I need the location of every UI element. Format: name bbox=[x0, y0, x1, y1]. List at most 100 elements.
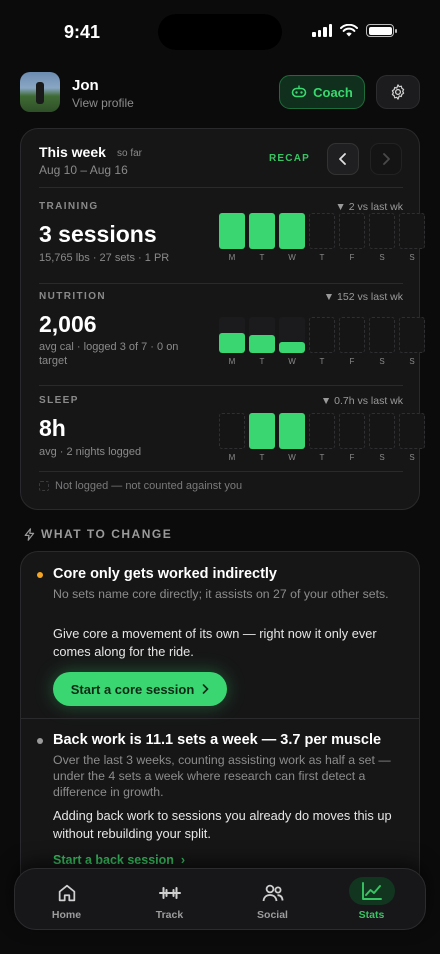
start-core-session-button[interactable]: Start a core session bbox=[53, 672, 227, 706]
change-title: Core only gets worked indirectly bbox=[53, 566, 277, 582]
day-label: F bbox=[349, 453, 355, 462]
cta-label: Start a back session bbox=[53, 853, 174, 867]
dumbbell-icon bbox=[156, 881, 184, 905]
sleep-sub: avg · 2 nights logged bbox=[39, 446, 142, 458]
training-label: TRAINING bbox=[39, 201, 99, 212]
nutrition-section[interactable]: NUTRITION ▼ 152 vs last wk 2,006 avg cal… bbox=[39, 291, 425, 377]
nutrition-sub: avg cal · logged 3 of 7 · 0 on target bbox=[39, 341, 179, 367]
day-label: F bbox=[349, 253, 355, 262]
day-label: T bbox=[319, 253, 325, 262]
day-label: S bbox=[409, 357, 415, 366]
day-cell bbox=[339, 413, 365, 449]
change-body: Over the last 3 weeks, counting assistin… bbox=[53, 753, 391, 799]
home-icon bbox=[53, 881, 81, 905]
tab-label: Track bbox=[155, 909, 184, 921]
not-logged-swatch bbox=[39, 481, 49, 491]
what-to-change-card: Core only gets worked indirectly No sets… bbox=[20, 551, 420, 891]
training-value: 3 sessions bbox=[39, 221, 157, 247]
divider bbox=[39, 283, 403, 284]
profile-name[interactable]: Jon bbox=[72, 77, 99, 94]
sleep-value: 8h bbox=[39, 415, 66, 441]
day-label: F bbox=[349, 357, 355, 366]
training-sub: 15,765 lbs · 27 sets · 1 PR bbox=[39, 252, 170, 264]
day-cell bbox=[369, 413, 395, 449]
week-so-far: so far bbox=[117, 148, 143, 159]
chevron-right-icon bbox=[202, 684, 209, 694]
day-fill bbox=[249, 335, 275, 353]
day-label: W bbox=[288, 453, 296, 462]
weekly-summary-card: This week so far Aug 10 – Aug 16 RECAP T… bbox=[20, 128, 425, 510]
day-label: M bbox=[228, 253, 236, 262]
cta-label: Start a core session bbox=[70, 681, 195, 697]
day-cell bbox=[399, 317, 425, 353]
day-label: S bbox=[409, 453, 415, 462]
training-delta: ▼ 2 vs last wk bbox=[335, 201, 403, 213]
what-to-change-label: WHAT TO CHANGE bbox=[41, 527, 173, 541]
cellular-signal-icon bbox=[312, 24, 332, 37]
nutrition-label: NUTRITION bbox=[39, 291, 107, 302]
tab-bar: Home Track Social Stats bbox=[14, 868, 426, 930]
priority-dot bbox=[37, 572, 43, 578]
tab-social[interactable]: Social bbox=[221, 869, 324, 931]
day-fill bbox=[279, 342, 305, 353]
sleep-label: SLEEP bbox=[39, 395, 79, 406]
day-label: S bbox=[379, 253, 385, 262]
day-cell bbox=[339, 213, 365, 249]
day-cell bbox=[219, 213, 245, 249]
change-title: Back work is 11.1 sets a week — 3.7 per … bbox=[53, 732, 382, 748]
change-text: Adding back work to sessions you already… bbox=[53, 808, 392, 841]
day-cell bbox=[339, 317, 365, 353]
sleep-section[interactable]: SLEEP ▼ 0.7h vs last wk 8h avg · 2 night… bbox=[39, 395, 425, 465]
day-cell bbox=[279, 413, 305, 449]
gear-icon bbox=[391, 84, 405, 100]
coach-label: Coach bbox=[313, 84, 353, 100]
day-label: T bbox=[319, 453, 325, 462]
avatar[interactable] bbox=[20, 72, 60, 112]
day-label: T bbox=[319, 357, 325, 366]
day-cell bbox=[249, 317, 275, 353]
sleep-delta: ▼ 0.7h vs last wk bbox=[320, 395, 403, 407]
day-cell bbox=[309, 413, 335, 449]
next-week-button[interactable] bbox=[370, 143, 402, 175]
day-cell bbox=[399, 213, 425, 249]
training-day-grid: MTWTFSS bbox=[199, 213, 425, 262]
chevron-left-icon bbox=[339, 153, 346, 165]
settings-button[interactable] bbox=[376, 75, 420, 109]
change-item-back: Back work is 11.1 sets a week — 3.7 per … bbox=[21, 719, 419, 890]
tab-track[interactable]: Track bbox=[118, 869, 221, 931]
change-text: Give core a movement of its own — right … bbox=[53, 626, 377, 659]
lightning-icon bbox=[24, 527, 35, 541]
tab-label: Social bbox=[257, 909, 288, 921]
previous-week-button[interactable] bbox=[327, 143, 359, 175]
day-label: S bbox=[379, 357, 385, 366]
coach-button[interactable]: Coach bbox=[279, 75, 365, 109]
priority-dot bbox=[37, 738, 43, 744]
start-back-session-link[interactable]: Start a back session › bbox=[53, 853, 185, 867]
day-cell bbox=[219, 317, 245, 353]
status-icons bbox=[312, 24, 397, 37]
status-time: 9:41 bbox=[64, 22, 101, 42]
tab-stats[interactable]: Stats bbox=[324, 869, 427, 931]
tab-label: Stats bbox=[358, 909, 385, 921]
day-label: T bbox=[259, 453, 265, 462]
tab-label: Home bbox=[51, 909, 82, 921]
divider bbox=[39, 187, 403, 188]
training-section[interactable]: TRAINING ▼ 2 vs last wk 3 sessions 15,76… bbox=[39, 201, 425, 277]
sleep-day-grid: MTWTFSS bbox=[199, 413, 425, 462]
week-title: This week bbox=[39, 144, 106, 160]
day-label: M bbox=[228, 453, 236, 462]
day-label: W bbox=[288, 357, 296, 366]
profile-header: Jon View profile Coach bbox=[20, 72, 420, 112]
day-label: T bbox=[259, 253, 265, 262]
day-cell bbox=[249, 413, 275, 449]
recap-button[interactable]: RECAP bbox=[269, 153, 310, 164]
tab-home[interactable]: Home bbox=[15, 869, 118, 931]
view-profile-link[interactable]: View profile bbox=[72, 96, 134, 110]
day-fill bbox=[219, 333, 245, 353]
nutrition-value: 2,006 bbox=[39, 311, 97, 337]
battery-icon bbox=[366, 24, 397, 37]
day-cell bbox=[369, 213, 395, 249]
day-label: S bbox=[379, 453, 385, 462]
legend-text: Not logged — not counted against you bbox=[55, 480, 243, 492]
wifi-icon bbox=[340, 24, 358, 37]
